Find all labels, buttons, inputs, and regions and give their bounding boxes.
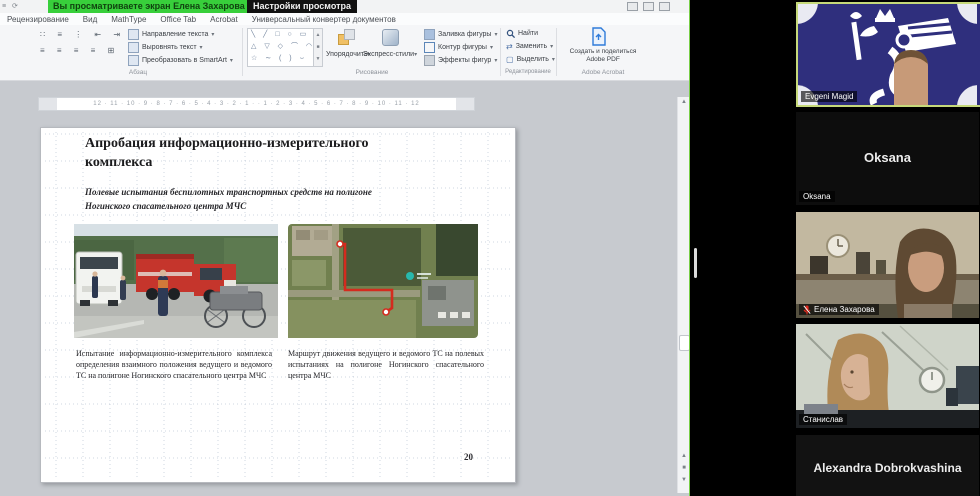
participant-display-name: Alexandra Dobrokvashina bbox=[796, 461, 979, 475]
document-area: 12 · 11 · 10 · 9 · 8 · 7 · 6 · 5 · 4 · 3… bbox=[0, 81, 690, 496]
slide-subtitle: Полевые испытания беспилотных транспортн… bbox=[85, 186, 377, 213]
route-map-image bbox=[288, 224, 478, 338]
tab-mathtype[interactable]: MathType bbox=[111, 15, 146, 24]
zoom-viewing-banner: Вы просматриваете экран Елена Захарова bbox=[48, 0, 250, 13]
group-label-editing: Редактирование bbox=[500, 69, 556, 75]
shapes-gallery[interactable]: ╲ ╱ □ ○ ▭ △ ▽ ◇ ⌒ ◠ ☆ ∼ ( ) ⌣ bbox=[247, 28, 315, 67]
share-cloud-icon[interactable] bbox=[659, 2, 670, 11]
quick-styles-icon bbox=[382, 29, 399, 46]
shapes-row-3[interactable]: ☆ ∼ ( ) ⌣ bbox=[248, 53, 314, 65]
video-tile-stanislav[interactable]: Станислав bbox=[796, 324, 979, 428]
horizontal-ruler[interactable]: 12 · 11 · 10 · 9 · 8 · 7 · 6 · 5 · 4 · 3… bbox=[38, 97, 475, 111]
quick-access-toolbar-icons[interactable]: ≡ ⟳ bbox=[2, 2, 20, 10]
participant-name-label: Oksana bbox=[799, 191, 835, 202]
group-separator bbox=[242, 28, 243, 76]
shapes-gallery-scroll[interactable]: ▲ ■ ▼ bbox=[313, 28, 323, 67]
shape-outline-button[interactable]: Контур фигуры bbox=[424, 42, 493, 53]
shape-effects-button[interactable]: Эффекты фигур bbox=[424, 55, 497, 66]
restore-window-icon[interactable] bbox=[643, 2, 654, 11]
ribbon-tab-bar: Рецензирование Вид MathType Office Tab A… bbox=[0, 13, 690, 25]
zoom-meeting-screen: ≡ ⟳ Вы просматриваете экран Елена Захаро… bbox=[0, 0, 980, 496]
group-separator bbox=[556, 28, 557, 76]
video-tile-evgeni-magid[interactable]: Evgeni Magid bbox=[796, 2, 980, 107]
shapes-row-2[interactable]: △ ▽ ◇ ⌒ ◠ bbox=[248, 41, 314, 53]
participant-display-name: Oksana bbox=[796, 150, 979, 165]
ribbon: ∷ ≡ ⋮ ⇤ ⇥ ⇕ ≡ ≡ ≡ ≡ ⊞ Направление текста… bbox=[0, 25, 690, 81]
shape-fill-button[interactable]: Заливка фигуры bbox=[424, 29, 497, 40]
webcam-video bbox=[796, 324, 979, 428]
tab-view[interactable]: Вид bbox=[83, 15, 97, 24]
field-test-photo bbox=[74, 224, 278, 338]
quick-styles-button[interactable]: Экспресс-стили bbox=[362, 51, 418, 58]
shape-effects-icon bbox=[424, 55, 435, 66]
tab-acrobat[interactable]: Acrobat bbox=[210, 15, 238, 24]
view-options-button[interactable]: Настройки просмотра bbox=[247, 0, 357, 13]
replace-icon: ⇄ bbox=[506, 42, 513, 51]
create-adobe-pdf-button[interactable]: Создать и поделиться Adobe PDF bbox=[560, 48, 646, 65]
convert-smartart-button[interactable]: Преобразовать в SmartArt bbox=[128, 55, 233, 66]
slide-page[interactable]: Апробация информационно-измерительного к… bbox=[40, 127, 516, 483]
tab-universal-converter[interactable]: Универсальный конвертер документов bbox=[252, 15, 396, 24]
panel-scrollbar[interactable] bbox=[694, 248, 697, 278]
tab-review[interactable]: Рецензирование bbox=[7, 15, 69, 24]
webcam-video bbox=[796, 212, 979, 318]
muted-mic-icon bbox=[803, 305, 811, 315]
group-label-acrobat: Adobe Acrobat bbox=[558, 69, 648, 76]
alignment-buttons[interactable]: ≡ ≡ ≡ ≡ ⊞ bbox=[40, 46, 119, 55]
participants-video-panel: Evgeni Magid Oksana Oksana bbox=[690, 0, 980, 496]
slide-title: Апробация информационно-измерительного к… bbox=[85, 135, 401, 173]
shapes-row-1[interactable]: ╲ ╱ □ ○ ▭ bbox=[248, 29, 314, 41]
select-button[interactable]: ▢ Выделить bbox=[506, 55, 555, 64]
replace-button[interactable]: ⇄ Заменить bbox=[506, 42, 553, 51]
group-label-paragraph: Абзац bbox=[38, 69, 238, 76]
shared-screen-powerpoint: ≡ ⟳ Вы просматриваете экран Елена Захаро… bbox=[0, 0, 690, 496]
find-button[interactable]: Найти bbox=[506, 29, 538, 38]
group-label-drawing: Рисование bbox=[247, 69, 497, 76]
slide-number: 20 bbox=[464, 452, 473, 462]
window-controls[interactable] bbox=[627, 2, 670, 11]
caption-left: Испытание информационно-измерительного к… bbox=[76, 348, 272, 382]
arrange-icon bbox=[338, 29, 356, 45]
participant-name-label: Evgeni Magid bbox=[801, 91, 857, 102]
video-tile-oksana[interactable]: Oksana Oksana bbox=[796, 112, 979, 205]
minimize-ribbon-icon[interactable] bbox=[627, 2, 638, 11]
align-text-icon bbox=[128, 42, 139, 53]
word-title-bar: ≡ ⟳ Вы просматриваете экран Елена Захаро… bbox=[0, 0, 690, 13]
shape-outline-icon bbox=[424, 42, 435, 53]
text-direction-icon bbox=[128, 29, 139, 40]
lab-emblem-background bbox=[798, 4, 977, 105]
tab-office-tab[interactable]: Office Tab bbox=[160, 15, 196, 24]
align-text-button[interactable]: Выровнять текст bbox=[128, 42, 203, 53]
participant-name-label: Елена Захарова bbox=[799, 304, 879, 315]
caption-right: Маршрут движения ведущего и ведомого ТС … bbox=[288, 348, 484, 382]
shape-fill-icon bbox=[424, 29, 435, 40]
text-direction-button[interactable]: Направление текста bbox=[128, 29, 214, 40]
video-tile-alexandra-dobrokvashina[interactable]: Alexandra Dobrokvashina bbox=[796, 435, 979, 496]
video-tile-elena-zakharova[interactable]: Елена Захарова bbox=[796, 212, 979, 318]
smartart-icon bbox=[128, 55, 139, 66]
participant-name-label: Станислав bbox=[799, 414, 847, 425]
select-icon: ▢ bbox=[506, 55, 514, 64]
find-icon bbox=[506, 29, 515, 38]
